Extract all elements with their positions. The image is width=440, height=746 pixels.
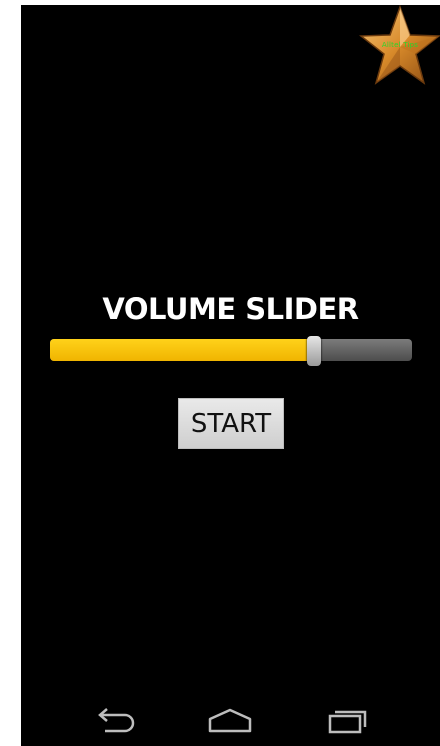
recents-icon[interactable] (324, 705, 372, 735)
star-label: Alltel Tips (381, 41, 419, 49)
slider-thumb[interactable] (307, 336, 321, 366)
app-screen: Alltel Tips VOLUME SLIDER START (21, 5, 440, 746)
volume-slider[interactable] (50, 336, 412, 366)
star-badge[interactable]: Alltel Tips (358, 5, 440, 87)
page-title: VOLUME SLIDER (102, 292, 359, 326)
back-icon[interactable] (91, 705, 139, 735)
navigation-bar (21, 695, 440, 746)
home-icon[interactable] (206, 705, 254, 735)
start-button[interactable]: START (178, 398, 284, 449)
slider-fill (50, 339, 314, 361)
